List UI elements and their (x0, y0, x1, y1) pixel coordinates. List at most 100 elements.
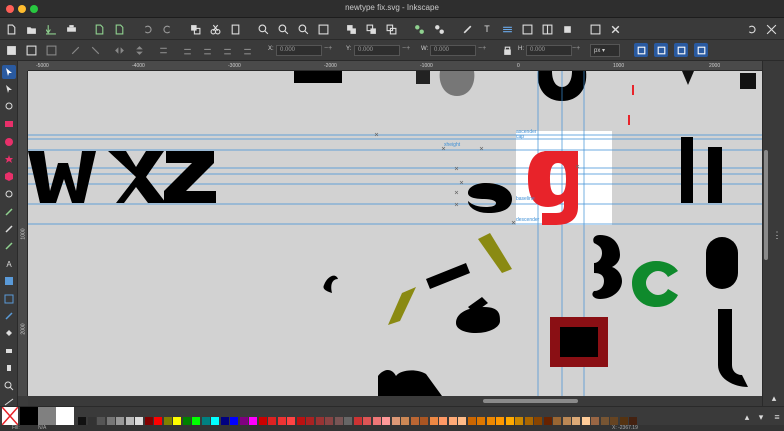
lower-to-bottom-icon[interactable] (220, 43, 234, 57)
scale-corners-icon[interactable] (654, 43, 668, 57)
layers-icon[interactable] (500, 22, 514, 36)
horizontal-ruler[interactable]: -5000 -4000 -3000 -2000 -1000 0 1000 200… (28, 61, 762, 71)
palette-swatch[interactable] (505, 417, 514, 425)
palette-swatch[interactable] (363, 417, 371, 425)
palette-swatch[interactable] (116, 417, 124, 425)
3d-box-tool-icon[interactable] (2, 169, 16, 183)
palette-swatch[interactable] (230, 417, 238, 425)
palette-swatch[interactable] (600, 417, 609, 425)
scale-stroke-icon[interactable] (634, 43, 648, 57)
new-document-icon[interactable] (4, 22, 18, 36)
palette-swatch[interactable] (572, 417, 580, 425)
y-field[interactable]: 0.000 (354, 45, 400, 56)
palette-swatch[interactable] (192, 417, 200, 425)
open-icon[interactable] (24, 22, 38, 36)
palette-swatch[interactable] (610, 417, 618, 425)
palette-swatch[interactable] (325, 417, 333, 425)
palette-swatch[interactable] (106, 417, 115, 425)
palette-swatch[interactable] (524, 417, 533, 425)
palette-swatch[interactable] (496, 417, 504, 425)
eraser-tool-icon[interactable] (2, 344, 16, 358)
spray-tool-icon[interactable] (2, 361, 16, 375)
fill-stroke-icon[interactable] (460, 22, 474, 36)
palette-swatch[interactable] (344, 417, 352, 425)
palette-swatch[interactable] (239, 417, 248, 425)
palette-swatch[interactable] (287, 417, 295, 425)
cut-icon[interactable] (208, 22, 222, 36)
text-tool-icon[interactable]: A (2, 257, 16, 271)
preferences-icon[interactable] (608, 22, 622, 36)
palette-swatch[interactable] (553, 417, 561, 425)
flip-vertical-icon[interactable] (132, 43, 146, 57)
raise-to-top-icon[interactable] (156, 43, 170, 57)
palette-swatch[interactable] (429, 417, 438, 425)
h-stepper[interactable]: −+ (572, 45, 580, 52)
zoom-fit-icon[interactable] (316, 22, 330, 36)
flip-horizontal-icon[interactable] (112, 43, 126, 57)
vertical-ruler[interactable]: 1000 2000 (18, 71, 28, 396)
ellipse-tool-icon[interactable] (2, 135, 16, 149)
export-icon[interactable] (112, 22, 126, 36)
align-bottom-icon[interactable] (240, 43, 254, 57)
mesh-tool-icon[interactable] (2, 292, 16, 306)
palette-swatch[interactable] (201, 417, 210, 425)
palette-swatch[interactable] (581, 417, 590, 425)
paint-bucket-tool-icon[interactable] (2, 326, 16, 340)
rectangle-tool-icon[interactable] (2, 117, 16, 131)
lock-icon[interactable] (500, 43, 514, 57)
undo-icon[interactable] (140, 22, 154, 36)
clone-icon[interactable] (364, 22, 378, 36)
rotate-ccw-icon[interactable] (68, 43, 82, 57)
palette-scroll-up-icon[interactable]: ▴ (740, 410, 754, 424)
x-stepper[interactable]: −+ (324, 45, 332, 52)
unlink-clone-icon[interactable] (384, 22, 398, 36)
xml-editor-icon[interactable] (520, 22, 534, 36)
spiral-tool-icon[interactable] (2, 187, 16, 201)
palette-swatch[interactable] (391, 417, 400, 425)
palette-swatch[interactable] (306, 417, 314, 425)
palette-swatch[interactable] (515, 417, 523, 425)
palette-swatch[interactable] (211, 417, 219, 425)
palette-swatch[interactable] (163, 417, 172, 425)
palette-swatch[interactable] (268, 417, 276, 425)
zoom-page-icon[interactable] (296, 22, 310, 36)
vertical-scrollbar[interactable] (764, 150, 768, 260)
objects-icon[interactable] (560, 22, 574, 36)
y-stepper[interactable]: −+ (402, 45, 410, 52)
palette-swatch[interactable] (401, 417, 409, 425)
group-icon[interactable] (412, 22, 426, 36)
palette-swatch[interactable] (439, 417, 447, 425)
transform-gradients-icon[interactable] (674, 43, 688, 57)
palette-swatch[interactable] (410, 417, 419, 425)
rotate-cw-icon[interactable] (88, 43, 102, 57)
palette-swatch[interactable] (619, 417, 628, 425)
x-field[interactable]: 0.000 (276, 45, 322, 56)
palette-swatch[interactable] (135, 417, 143, 425)
text-font-icon[interactable]: T (480, 22, 494, 36)
paste-icon[interactable] (228, 22, 242, 36)
transform-patterns-icon[interactable] (694, 43, 708, 57)
palette-swatch[interactable] (448, 417, 457, 425)
drawing-canvas[interactable]: ascender cap xheight baseline descender (28, 71, 762, 396)
palette-swatch[interactable] (467, 417, 476, 425)
w-field[interactable]: 0.000 (430, 45, 476, 56)
redo-icon[interactable] (160, 22, 174, 36)
palette-swatch[interactable] (591, 417, 599, 425)
swatch-black[interactable] (20, 407, 38, 425)
palette-swatch[interactable] (249, 417, 257, 425)
calligraphy-tool-icon[interactable] (2, 239, 16, 253)
zoom-selection-icon[interactable] (256, 22, 270, 36)
select-all-icon[interactable] (4, 43, 18, 57)
raise-icon[interactable] (180, 43, 194, 57)
palette-menu-icon[interactable]: ≡ (770, 410, 784, 424)
palette-swatch[interactable] (87, 417, 96, 425)
selector-tool-icon[interactable] (2, 65, 16, 79)
zoom-tool-icon[interactable] (2, 379, 16, 393)
scroll-up-icon[interactable]: ▴ (767, 391, 781, 405)
rotate-icon[interactable] (744, 22, 758, 36)
palette-swatch[interactable] (458, 417, 466, 425)
palette-swatch[interactable] (78, 417, 86, 425)
node-tool-icon[interactable] (2, 82, 16, 96)
pencil-tool-icon[interactable] (2, 205, 16, 219)
palette-swatch[interactable] (420, 417, 428, 425)
